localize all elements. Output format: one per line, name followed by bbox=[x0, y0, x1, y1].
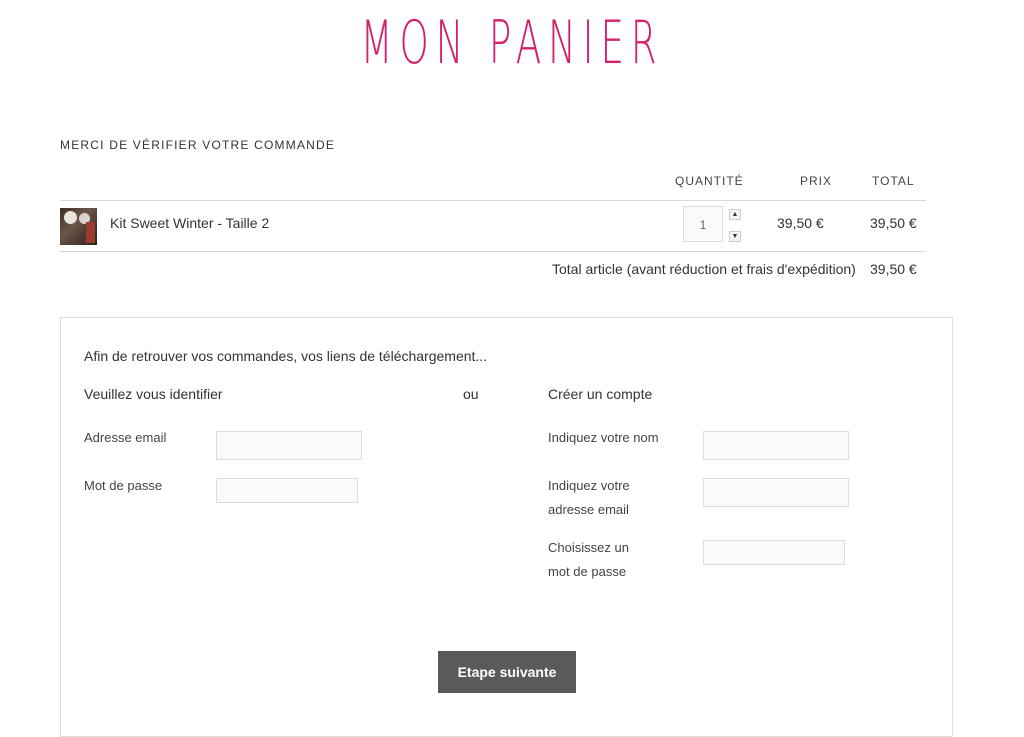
create-password-label: Choisissez un mot de passe bbox=[548, 536, 629, 584]
column-header-total: TOTAL bbox=[872, 174, 915, 188]
create-name-label: Indiquez votre nom bbox=[548, 430, 659, 445]
product-name[interactable]: Kit Sweet Winter - Taille 2 bbox=[110, 215, 269, 231]
product-price: 39,50 € bbox=[777, 215, 824, 231]
create-name-field[interactable] bbox=[703, 431, 849, 460]
create-password-label-line-2: mot de passe bbox=[548, 564, 627, 579]
create-email-field[interactable] bbox=[703, 478, 849, 507]
login-email-field[interactable] bbox=[216, 431, 362, 460]
product-total: 39,50 € bbox=[870, 215, 917, 231]
create-email-label: Indiquez votre adresse email bbox=[548, 474, 630, 522]
create-email-label-line-2: adresse email bbox=[548, 502, 629, 517]
login-password-field[interactable] bbox=[216, 478, 358, 503]
subtotal-value: 39,50 € bbox=[870, 261, 917, 277]
table-divider-top bbox=[60, 200, 926, 201]
login-password-label: Mot de passe bbox=[84, 478, 163, 493]
quantity-down-icon[interactable]: ▼ bbox=[729, 231, 741, 242]
subtotal-label: Total article (avant réduction et frais … bbox=[552, 261, 856, 277]
account-intro: Afin de retrouver vos commandes, vos lie… bbox=[84, 348, 488, 364]
table-divider-bottom bbox=[60, 251, 926, 252]
verify-order-heading: MERCI DE VÉRIFIER VOTRE COMMANDE bbox=[60, 138, 336, 152]
login-email-label: Adresse email bbox=[84, 430, 167, 445]
quantity-up-icon[interactable]: ▲ bbox=[729, 209, 741, 220]
product-thumbnail[interactable] bbox=[60, 208, 97, 245]
create-password-label-line-1: Choisissez un bbox=[548, 540, 629, 555]
or-separator: ou bbox=[463, 386, 479, 402]
create-account-heading: Créer un compte bbox=[548, 386, 653, 402]
column-header-quantity: QUANTITÉ bbox=[675, 174, 744, 188]
quantity-input[interactable]: 1 bbox=[683, 206, 723, 242]
column-header-price: PRIX bbox=[800, 174, 833, 188]
create-email-label-line-1: Indiquez votre bbox=[548, 478, 630, 493]
page-title: MON PANIER bbox=[360, 8, 664, 78]
next-step-button[interactable]: Etape suivante bbox=[438, 651, 576, 693]
create-password-field[interactable] bbox=[703, 540, 845, 565]
login-heading: Veuillez vous identifier bbox=[84, 386, 223, 402]
